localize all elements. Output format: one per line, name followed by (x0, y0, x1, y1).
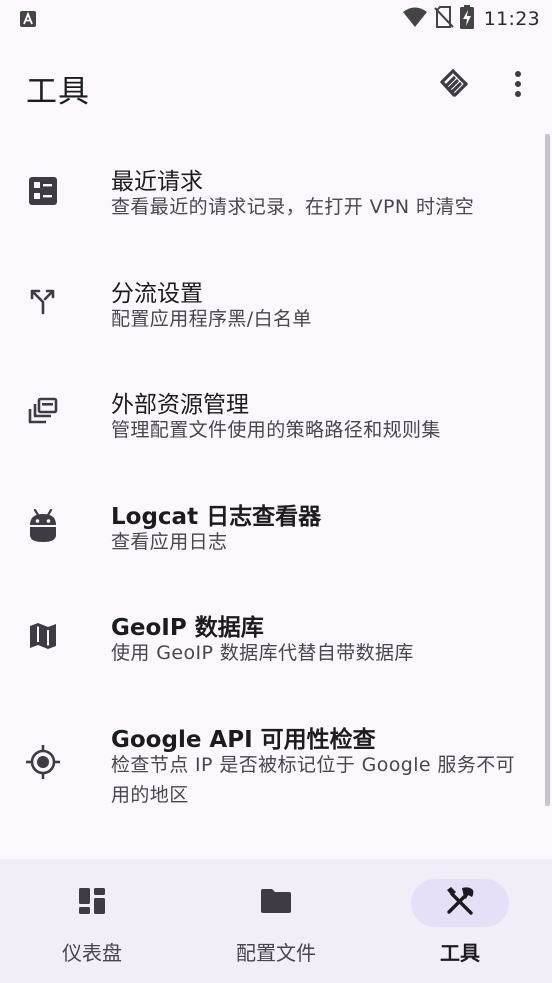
status-bar: 11:23 (0, 0, 552, 38)
dashboard-list-icon (24, 172, 62, 210)
android-logcat-icon (24, 507, 62, 545)
page-title: 工具 (26, 74, 90, 110)
map-icon (24, 617, 62, 655)
status-time: 11:23 (483, 8, 540, 30)
tool-item-google-api-check[interactable]: Google API 可用性检查 检查节点 IP 是否被标记位于 Google … (0, 692, 552, 816)
nav-label: 配置文件 (236, 941, 316, 965)
route-split-icon (24, 282, 62, 320)
tool-title: 最近请求 (111, 169, 203, 195)
tool-item-logcat[interactable]: Logcat 日志查看器 查看应用日志 (0, 469, 552, 581)
tool-description: 配置应用程序黑/白名单 (111, 307, 312, 330)
tool-description: 检查节点 IP 是否被标记位于 Google 服务不可用的地区 (111, 753, 516, 806)
nav-item-tools[interactable]: 工具 (368, 859, 552, 983)
external-resources-icon (24, 393, 62, 431)
dashboard-icon (78, 887, 106, 919)
tool-item-recent-requests[interactable]: 最近请求 查看最近的请求记录，在打开 VPN 时清空 (0, 134, 552, 246)
bottom-navigation: 仪表盘 配置文件 工具 (0, 859, 552, 983)
tool-title: 外部资源管理 (111, 392, 249, 418)
tool-list: 最近请求 查看最近的请求记录，在打开 VPN 时清空 分流设置 配置应用程序黑/… (0, 134, 552, 816)
nav-label: 仪表盘 (62, 941, 122, 965)
tool-title: Logcat 日志查看器 (111, 503, 322, 530)
top-app-bar: 工具 (0, 38, 552, 134)
sponsor-button[interactable] (432, 64, 476, 108)
tools-icon (445, 886, 475, 920)
tool-item-geoip[interactable]: GeoIP 数据库 使用 GeoIP 数据库代替自带数据库 (0, 580, 552, 692)
tool-description: 管理配置文件使用的策略路径和规则集 (111, 419, 441, 441)
tool-title: GeoIP 数据库 (111, 615, 264, 641)
nav-label: 工具 (440, 941, 480, 965)
more-vert-icon (514, 70, 522, 102)
wifi-icon (402, 6, 428, 32)
tool-item-route-settings[interactable]: 分流设置 配置应用程序黑/白名单 (0, 246, 552, 358)
sponsor-icon (437, 67, 471, 105)
tool-item-external-resources[interactable]: 外部资源管理 管理配置文件使用的策略路径和规则集 (0, 357, 552, 469)
more-options-button[interactable] (496, 64, 540, 108)
folder-icon (260, 887, 292, 919)
battery-charging-icon (459, 5, 474, 33)
nav-item-profiles[interactable]: 配置文件 (184, 859, 368, 983)
scrollbar[interactable] (545, 134, 550, 806)
tool-description: 查看最近的请求记录，在打开 VPN 时清空 (111, 196, 475, 218)
tool-title: Google API 可用性检查 (111, 726, 376, 753)
gps-target-icon (24, 743, 62, 781)
tool-description: 使用 GeoIP 数据库代替自带数据库 (111, 642, 414, 664)
no-sim-icon (434, 5, 454, 33)
android-notification-icon (19, 10, 37, 32)
nav-item-dashboard[interactable]: 仪表盘 (0, 859, 184, 983)
tool-description: 查看应用日志 (111, 530, 228, 553)
tool-title: 分流设置 (111, 280, 203, 307)
